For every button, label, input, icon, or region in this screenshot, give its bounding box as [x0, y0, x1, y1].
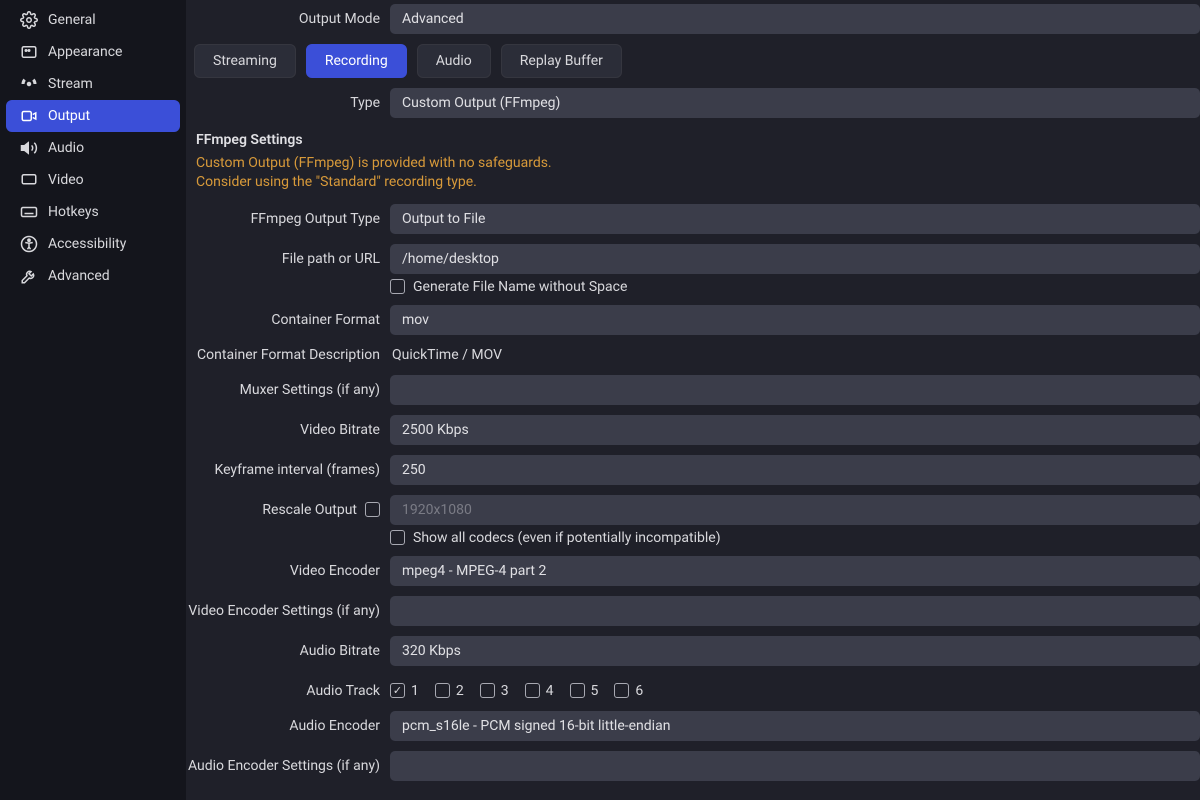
- keyboard-icon: [20, 203, 38, 221]
- sidebar-item-label: Video: [48, 172, 84, 188]
- audio-encoder-label: Audio Encoder: [186, 718, 382, 734]
- ffmpeg-output-type-label: FFmpeg Output Type: [186, 211, 382, 227]
- sidebar-item-advanced[interactable]: Advanced: [6, 260, 180, 292]
- main-panel: Output Mode Advanced Streaming Recording…: [186, 0, 1200, 800]
- sidebar-item-label: General: [48, 12, 96, 28]
- audio-bitrate-input[interactable]: 320 Kbps: [390, 636, 1200, 666]
- sidebar-item-hotkeys[interactable]: Hotkeys: [6, 196, 180, 228]
- tab-streaming[interactable]: Streaming: [194, 44, 296, 78]
- container-desc-value: QuickTime / MOV: [390, 347, 1200, 363]
- type-select[interactable]: Custom Output (FFmpeg): [390, 88, 1200, 118]
- sidebar-item-label: Advanced: [48, 268, 110, 284]
- keyframe-interval-input[interactable]: 250: [390, 455, 1200, 485]
- file-path-label: File path or URL: [186, 251, 382, 267]
- sidebar-item-video[interactable]: Video: [6, 164, 180, 196]
- monitor-icon: [20, 171, 38, 189]
- type-label: Type: [186, 95, 382, 111]
- ffmpeg-section-title: FFmpeg Settings: [186, 122, 1200, 154]
- broadcast-icon: [20, 75, 38, 93]
- generate-filename-no-space-checkbox[interactable]: [390, 279, 405, 294]
- audio-encoder-settings-label: Audio Encoder Settings (if any): [186, 758, 382, 774]
- accessibility-icon: [20, 235, 38, 253]
- audio-encoder-select[interactable]: pcm_s16le - PCM signed 16-bit little-end…: [390, 711, 1200, 741]
- video-encoder-label: Video Encoder: [186, 563, 382, 579]
- palette-icon: [20, 43, 38, 61]
- container-desc-label: Container Format Description: [186, 347, 382, 363]
- output-mode-select[interactable]: Advanced: [390, 4, 1200, 34]
- video-bitrate-label: Video Bitrate: [186, 422, 382, 438]
- audio-track-3-checkbox[interactable]: [480, 683, 495, 698]
- container-format-select[interactable]: mov: [390, 305, 1200, 335]
- audio-encoder-settings-input[interactable]: [390, 751, 1200, 781]
- audio-track-group: 1 2 3 4 5 6: [390, 683, 643, 699]
- rescale-output-label: Rescale Output: [262, 502, 357, 518]
- show-all-codecs-checkbox[interactable]: [390, 530, 405, 545]
- output-tabs: Streaming Recording Audio Replay Buffer: [186, 34, 1200, 88]
- sidebar-item-audio[interactable]: Audio: [6, 132, 180, 164]
- container-format-label: Container Format: [186, 312, 382, 328]
- video-encoder-settings-label: Video Encoder Settings (if any): [186, 603, 382, 619]
- file-path-input[interactable]: /home/desktop: [390, 244, 1200, 274]
- sidebar-item-accessibility[interactable]: Accessibility: [6, 228, 180, 260]
- generate-filename-no-space-label: Generate File Name without Space: [413, 279, 627, 295]
- audio-track-4-checkbox[interactable]: [525, 683, 540, 698]
- audio-track-1-checkbox[interactable]: [390, 683, 405, 698]
- audio-bitrate-label: Audio Bitrate: [186, 643, 382, 659]
- sidebar-item-label: Output: [48, 108, 90, 124]
- sidebar-item-label: Hotkeys: [48, 204, 99, 220]
- muxer-settings-input[interactable]: [390, 375, 1200, 405]
- sidebar-item-general[interactable]: General: [6, 4, 180, 36]
- tab-recording[interactable]: Recording: [306, 44, 407, 78]
- audio-track-2-checkbox[interactable]: [435, 683, 450, 698]
- sidebar-item-label: Appearance: [48, 44, 122, 60]
- sidebar-item-stream[interactable]: Stream: [6, 68, 180, 100]
- sidebar-item-label: Accessibility: [48, 236, 126, 252]
- tools-icon: [20, 267, 38, 285]
- rescale-output-checkbox[interactable]: [365, 502, 380, 517]
- audio-track-6-checkbox[interactable]: [614, 683, 629, 698]
- video-encoder-select[interactable]: mpeg4 - MPEG-4 part 2: [390, 556, 1200, 586]
- ffmpeg-warning: Custom Output (FFmpeg) is provided with …: [186, 154, 1200, 204]
- ffmpeg-output-type-select[interactable]: Output to File: [390, 204, 1200, 234]
- output-mode-label: Output Mode: [186, 11, 382, 27]
- gear-icon: [20, 11, 38, 29]
- show-all-codecs-label: Show all codecs (even if potentially inc…: [413, 530, 721, 546]
- muxer-settings-label: Muxer Settings (if any): [186, 382, 382, 398]
- video-bitrate-input[interactable]: 2500 Kbps: [390, 415, 1200, 445]
- tab-replay-buffer[interactable]: Replay Buffer: [501, 44, 622, 78]
- sidebar-item-appearance[interactable]: Appearance: [6, 36, 180, 68]
- speaker-icon: [20, 139, 38, 157]
- sidebar: General Appearance Stream Output Audio V…: [0, 0, 186, 800]
- rescale-output-input[interactable]: [390, 495, 1200, 525]
- tab-audio[interactable]: Audio: [417, 44, 491, 78]
- video-encoder-settings-input[interactable]: [390, 596, 1200, 626]
- output-icon: [20, 107, 38, 125]
- sidebar-item-label: Audio: [48, 140, 84, 156]
- sidebar-item-label: Stream: [48, 76, 93, 92]
- audio-track-5-checkbox[interactable]: [570, 683, 585, 698]
- audio-track-label: Audio Track: [186, 683, 382, 699]
- sidebar-item-output[interactable]: Output: [6, 100, 180, 132]
- keyframe-interval-label: Keyframe interval (frames): [186, 462, 382, 478]
